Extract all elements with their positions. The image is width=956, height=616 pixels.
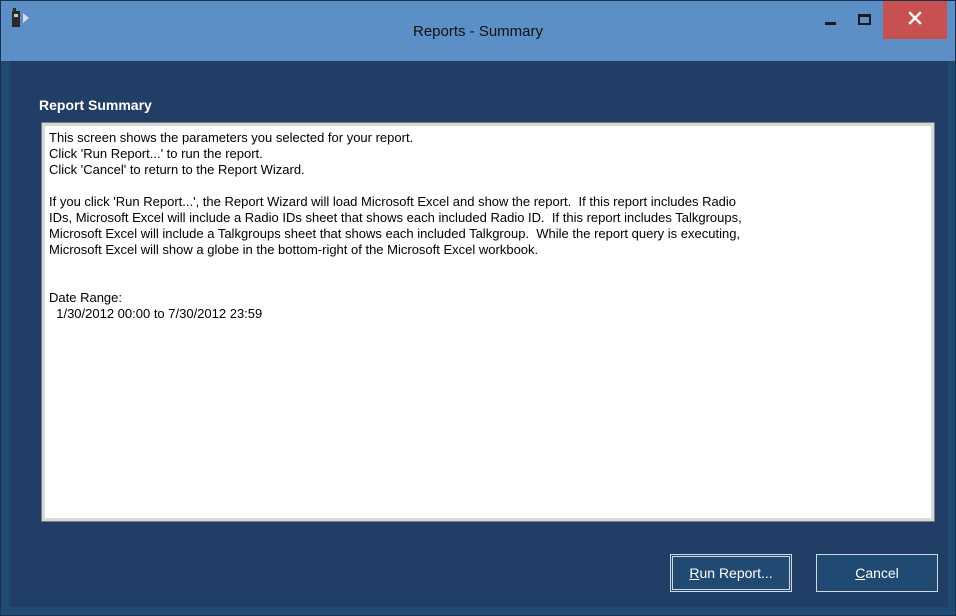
cancel-button[interactable]: Cancel (816, 554, 938, 592)
summary-line: Microsoft Excel will show a globe in the… (49, 242, 539, 257)
close-icon (908, 10, 922, 30)
summary-line: Microsoft Excel will include a Talkgroup… (49, 226, 741, 241)
summary-line: IDs, Microsoft Excel will include a Radi… (49, 210, 742, 225)
run-report-button[interactable]: Run Report... (670, 554, 792, 592)
summary-line: 1/30/2012 00:00 to 7/30/2012 23:59 (49, 306, 263, 321)
summary-line: If you click 'Run Report...', the Report… (49, 194, 737, 209)
summary-text-area[interactable]: This screen shows the parameters you sel… (41, 122, 935, 522)
reports-summary-window: Reports - Summary Report Summary This sc… (0, 0, 956, 616)
summary-line: Date Range: (49, 290, 122, 305)
run-report-label: un Report... (699, 565, 773, 581)
summary-line (49, 274, 927, 290)
summary-line (49, 178, 927, 194)
close-button[interactable] (883, 1, 947, 39)
summary-line (49, 258, 927, 274)
summary-line: Click 'Run Report...' to run the report. (49, 146, 263, 161)
minimize-icon (824, 21, 836, 25)
summary-line: Click 'Cancel' to return to the Report W… (49, 162, 305, 177)
cancel-mnemonic: C (855, 565, 866, 581)
run-report-mnemonic: R (689, 565, 700, 581)
maximize-button[interactable] (847, 1, 881, 37)
section-heading: Report Summary (39, 97, 152, 113)
minimize-button[interactable] (813, 1, 847, 37)
summary-line: This screen shows the parameters you sel… (49, 130, 414, 145)
cancel-label: ancel (865, 565, 899, 581)
maximize-icon (857, 13, 871, 25)
window-title: Reports - Summary (412, 23, 544, 40)
